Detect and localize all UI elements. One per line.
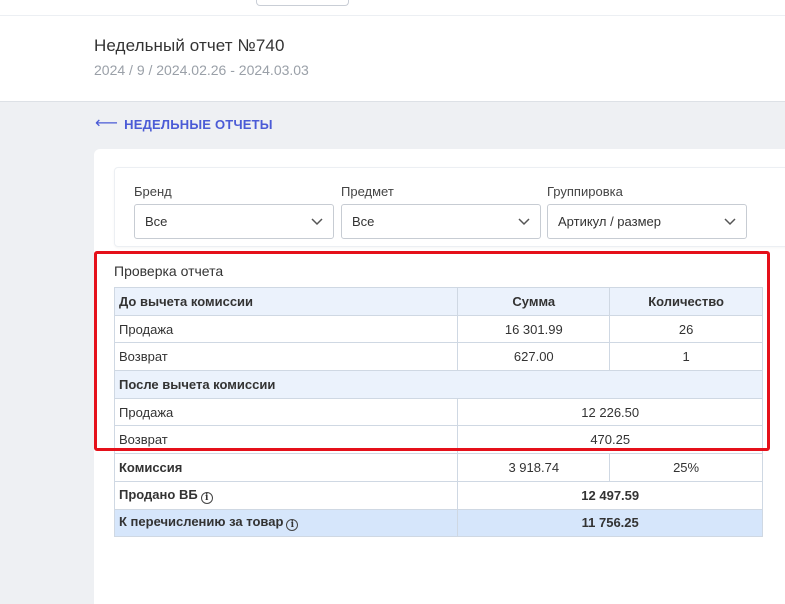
sold-vb-sum: 12 497.59 [457, 480, 763, 510]
table-row: Продажа 12 226.50 [113, 397, 763, 427]
header-before-commission: До вычета комиссии [113, 287, 459, 316]
page-subtitle: 2024 / 9 / 2024.02.26 - 2024.03.03 [94, 62, 309, 78]
brand-select-value: Все [145, 214, 168, 229]
row-qty: 1 [609, 342, 763, 372]
row-label: Продажа [113, 397, 459, 427]
grouping-select[interactable]: Артикул / размер [547, 204, 747, 239]
subject-filter: Предмет Все [341, 184, 541, 239]
commission-percent: 25% [609, 453, 763, 482]
grouping-filter: Группировка Артикул / размер [547, 184, 747, 239]
row-sum: 627.00 [457, 342, 611, 372]
back-link-label: НЕДЕЛЬНЫЕ ОТЧЕТЫ [124, 116, 273, 132]
row-sum: 470.25 [457, 425, 763, 455]
chevron-down-icon [518, 217, 530, 225]
table-row: Возврат 470.25 [113, 425, 763, 455]
top-button-stub[interactable] [256, 0, 349, 6]
row-sum: 12 226.50 [457, 397, 763, 427]
brand-filter: Бренд Все [134, 184, 334, 239]
back-to-weekly-reports-link[interactable]: ⟵ НЕДЕЛЬНЫЕ ОТЧЕТЫ [95, 116, 273, 132]
report-check-table: До вычета комиссии Сумма Количество Прод… [113, 287, 763, 538]
report-check-title: Проверка отчета [114, 263, 224, 279]
sold-vb-label: Продано ВБ [119, 486, 198, 502]
sold-vb-cell: Продано ВБ i [113, 480, 459, 510]
row-label: Возврат [113, 342, 459, 372]
to-transfer-cell: К перечислению за товар i [113, 508, 459, 538]
row-sum: 16 301.99 [457, 314, 611, 344]
row-label: Возврат [113, 425, 459, 455]
arrow-left-icon: ⟵ [95, 115, 119, 132]
after-commission-label: После вычета комиссии [114, 370, 763, 399]
sold-vb-row: Продано ВБ i 12 497.59 [113, 480, 763, 510]
info-icon[interactable]: i [286, 519, 299, 532]
subject-select-value: Все [352, 214, 375, 229]
row-qty: 26 [609, 314, 763, 344]
page-title: Недельный отчет №740 [94, 36, 285, 55]
chevron-down-icon [311, 217, 323, 225]
table-row: Продажа 16 301.99 26 [113, 314, 763, 344]
to-transfer-label: К перечислению за товар [119, 514, 284, 530]
row-label: Продажа [113, 314, 459, 344]
to-transfer-row: К перечислению за товар i 11 756.25 [113, 508, 763, 538]
chevron-down-icon [724, 217, 736, 225]
info-icon[interactable]: i [200, 491, 213, 504]
brand-select[interactable]: Все [134, 204, 334, 239]
header-quantity: Количество [609, 287, 763, 316]
to-transfer-sum: 11 756.25 [457, 508, 763, 538]
commission-sum: 3 918.74 [457, 453, 611, 482]
grouping-filter-label: Группировка [547, 184, 623, 199]
commission-label: Комиссия [113, 453, 459, 482]
header-sum: Сумма [457, 287, 611, 316]
table-header-row: До вычета комиссии Сумма Количество [113, 287, 763, 316]
subject-filter-label: Предмет [341, 184, 394, 199]
brand-filter-label: Бренд [134, 184, 172, 199]
top-strip [0, 0, 785, 16]
subject-select[interactable]: Все [341, 204, 541, 239]
filters-panel: Бренд Все Предмет Все Группировка Артику… [114, 167, 785, 247]
table-row: Возврат 627.00 1 [113, 342, 763, 372]
grouping-select-value: Артикул / размер [558, 214, 661, 229]
section-header-row: После вычета комиссии [114, 370, 763, 399]
commission-row: Комиссия 3 918.74 25% [113, 453, 763, 482]
page-header: Недельный отчет №740 2024 / 9 / 2024.02.… [0, 16, 785, 102]
